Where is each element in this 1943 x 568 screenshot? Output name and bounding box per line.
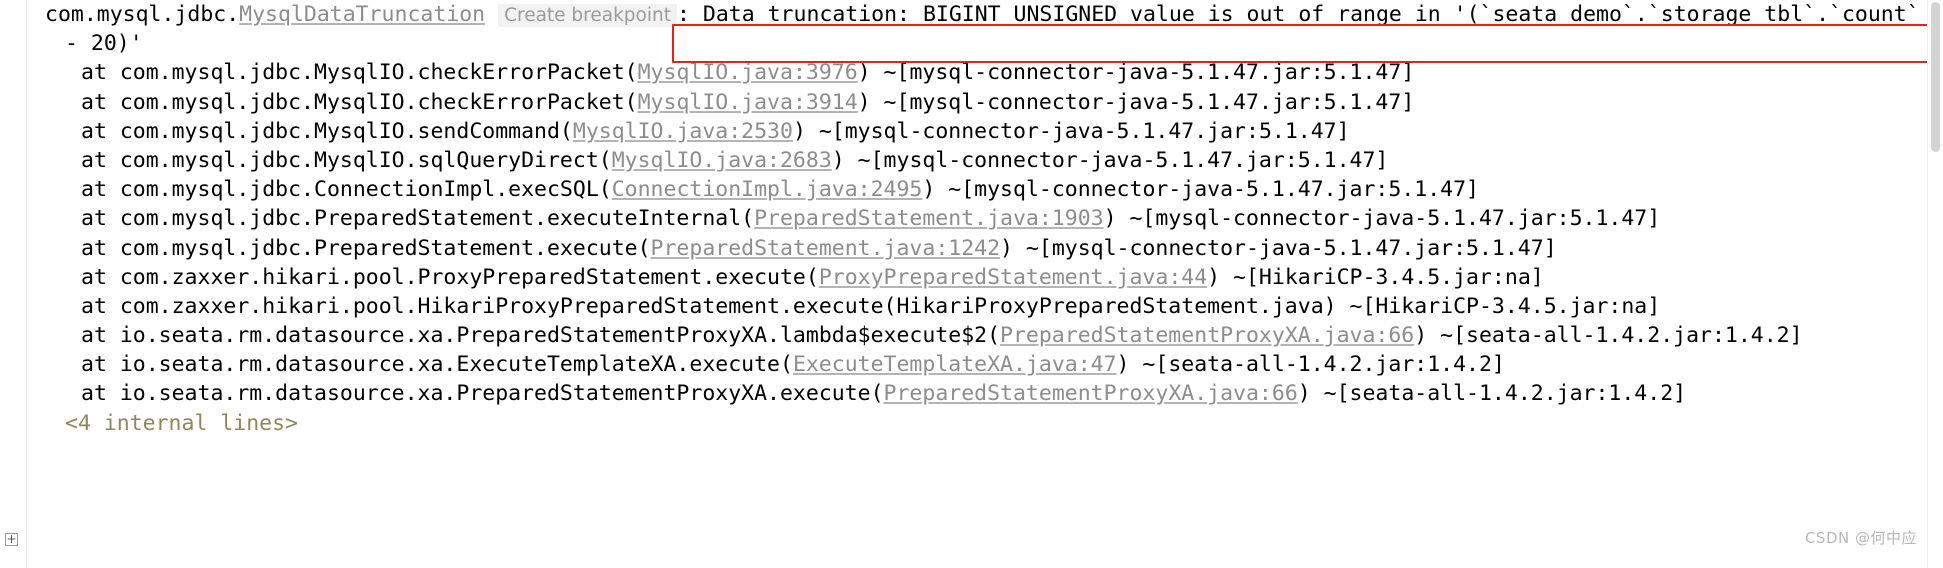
stack-frame-row[interactable]: at com.zaxxer.hikari.pool.ProxyPreparedS…: [27, 263, 1927, 292]
console-gutter: +: [0, 0, 27, 568]
stack-frame-suffix: ) ~[mysql-connector-java-5.1.47.jar:5.1.…: [922, 177, 1479, 203]
exception-package-prefix: com.mysql.jdbc.: [45, 2, 240, 27]
stack-frame-source-link[interactable]: ConnectionImpl.java:2495: [612, 177, 923, 202]
exception-message-part2: - 20)': [65, 31, 143, 57]
create-breakpoint-hint[interactable]: Create breakpoint: [498, 4, 677, 27]
stack-frame-suffix: ) ~[mysql-connector-java-5.1.47.jar:5.1.…: [831, 147, 1389, 173]
stack-frame-row[interactable]: at io.seata.rm.datasource.xa.PreparedSta…: [27, 379, 1927, 408]
stack-frame-prefix: at com.mysql.jdbc.PreparedStatement.exec…: [81, 235, 651, 261]
stack-frame-prefix: at com.mysql.jdbc.MysqlIO.sqlQueryDirect…: [81, 147, 612, 173]
exception-class-link[interactable]: MysqlDataTruncation: [239, 2, 485, 27]
stack-frame-prefix: at com.mysql.jdbc.ConnectionImpl.execSQL…: [81, 177, 612, 203]
stack-frame-suffix: ) ~[mysql-connector-java-5.1.47.jar:5.1.…: [1000, 235, 1557, 261]
stack-frame-suffix: ) ~[seata-all-1.4.2.jar:1.4.2]: [1116, 352, 1505, 378]
stack-frame-prefix: at io.seata.rm.datasource.xa.PreparedSta…: [81, 381, 884, 407]
exception-message-part1: : Data truncation: BIGINT UNSIGNED value…: [677, 2, 1920, 27]
stack-frame-row[interactable]: at com.zaxxer.hikari.pool.HikariProxyPre…: [27, 292, 1927, 321]
stack-frame-suffix: ) ~[seata-all-1.4.2.jar:1.4.2]: [1414, 323, 1803, 349]
stack-frame-source-link[interactable]: PreparedStatementProxyXA.java:66: [884, 381, 1298, 406]
stack-frame-source-link[interactable]: ProxyPreparedStatement.java:44: [819, 265, 1207, 290]
internal-lines-label[interactable]: <4 internal lines>: [65, 411, 298, 436]
stack-frame-prefix: at com.mysql.jdbc.PreparedStatement.exec…: [81, 206, 755, 232]
stack-frame-source-link[interactable]: PreparedStatementProxyXA.java:66: [1000, 323, 1414, 348]
stack-frame-row[interactable]: at com.mysql.jdbc.ConnectionImpl.execSQL…: [27, 175, 1927, 204]
stack-frame-row[interactable]: at com.mysql.jdbc.PreparedStatement.exec…: [27, 204, 1927, 233]
console-scrollbar[interactable]: [1927, 0, 1943, 568]
stack-frame-prefix: at com.zaxxer.hikari.pool.ProxyPreparedS…: [81, 264, 819, 290]
stack-frame-row[interactable]: at io.seata.rm.datasource.xa.ExecuteTemp…: [27, 350, 1927, 379]
stack-frame-prefix: at io.seata.rm.datasource.xa.PreparedSta…: [81, 323, 1001, 349]
stack-frame-source-link[interactable]: MysqlIO.java:2530: [573, 119, 793, 144]
stack-frame-source-link[interactable]: PreparedStatement.java:1903: [754, 206, 1104, 231]
csdn-watermark: CSDN @何中应: [1804, 529, 1917, 547]
stack-frame-source-link[interactable]: MysqlIO.java:2683: [612, 148, 832, 173]
internal-lines-row[interactable]: <4 internal lines>: [27, 409, 1927, 438]
console-scrollbar-thumb[interactable]: [1931, 2, 1940, 152]
stack-frame-source-link[interactable]: MysqlIO.java:3976: [638, 60, 858, 85]
stack-frame-source-link[interactable]: PreparedStatement.java:1242: [651, 236, 1001, 261]
stack-frame-row[interactable]: at com.mysql.jdbc.MysqlIO.checkErrorPack…: [27, 88, 1927, 117]
stack-frame-row[interactable]: at com.mysql.jdbc.PreparedStatement.exec…: [27, 234, 1927, 263]
stack-frame-suffix: ) ~[HikariCP-3.4.5.jar:na]: [1207, 264, 1544, 290]
stack-frame-source-link[interactable]: ExecuteTemplateXA.java:47: [793, 352, 1117, 377]
stack-frame-prefix: at com.zaxxer.hikari.pool.HikariProxyPre…: [81, 293, 1324, 319]
exception-message-wrap-line: - 20)': [27, 29, 1927, 58]
stack-frame-prefix: at com.mysql.jdbc.MysqlIO.sendCommand(: [81, 118, 573, 144]
stack-frame-suffix: ) ~[seata-all-1.4.2.jar:1.4.2]: [1297, 381, 1687, 407]
console-output: com.mysql.jdbc.MysqlDataTruncation Creat…: [27, 0, 1927, 568]
stack-frame-row[interactable]: at io.seata.rm.datasource.xa.PreparedSta…: [27, 321, 1927, 350]
expand-internal-lines-toggle-icon[interactable]: +: [5, 533, 18, 546]
stack-frame-suffix: ) ~[mysql-connector-java-5.1.47.jar:5.1.…: [1103, 206, 1661, 232]
stack-frame-suffix: ) ~[mysql-connector-java-5.1.47.jar:5.1.…: [792, 118, 1350, 144]
stack-frame-row[interactable]: at com.mysql.jdbc.MysqlIO.sqlQueryDirect…: [27, 146, 1927, 175]
stack-frame-source-link[interactable]: MysqlIO.java:3914: [638, 90, 858, 115]
stack-frame-prefix: at io.seata.rm.datasource.xa.ExecuteTemp…: [81, 352, 793, 378]
stack-frame-suffix: ) ~[mysql-connector-java-5.1.47.jar:5.1.…: [857, 89, 1415, 115]
console-panel: + com.mysql.jdbc.MysqlDataTruncation Cre…: [0, 0, 1943, 568]
stack-frame-suffix: ) ~[mysql-connector-java-5.1.47.jar:5.1.…: [857, 60, 1415, 86]
exception-header-line: com.mysql.jdbc.MysqlDataTruncation Creat…: [27, 0, 1927, 29]
stack-frame-row[interactable]: at com.mysql.jdbc.MysqlIO.checkErrorPack…: [27, 58, 1927, 87]
stack-frames-list: at com.mysql.jdbc.MysqlIO.checkErrorPack…: [27, 58, 1927, 408]
stack-frame-prefix: at com.mysql.jdbc.MysqlIO.checkErrorPack…: [81, 89, 638, 115]
stack-frame-prefix: at com.mysql.jdbc.MysqlIO.checkErrorPack…: [81, 60, 638, 86]
stack-frame-row[interactable]: at com.mysql.jdbc.MysqlIO.sendCommand(My…: [27, 117, 1927, 146]
stack-frame-suffix: ) ~[HikariCP-3.4.5.jar:na]: [1323, 293, 1661, 319]
